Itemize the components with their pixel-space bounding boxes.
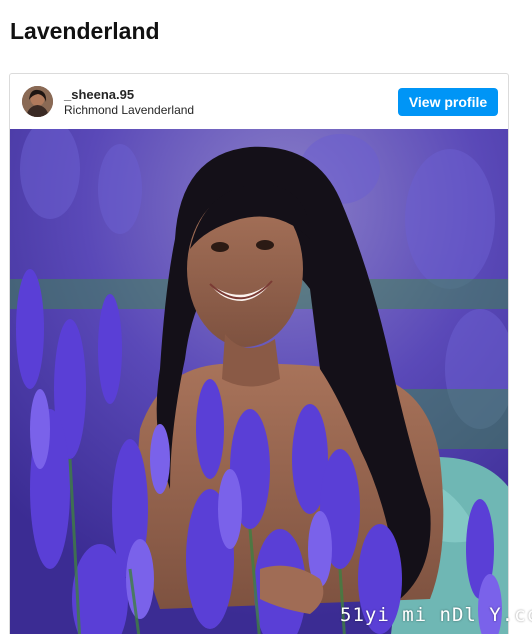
view-profile-button[interactable]: View profile [398,88,498,116]
avatar[interactable] [22,86,53,117]
location-link[interactable]: Richmond Lavenderland [64,103,194,118]
watermark: 51yi mi nDl Y.cc [340,604,532,626]
user-info: _sheena.95 Richmond Lavenderland [64,87,194,118]
page-title: Lavenderland [10,18,160,44]
lavender-portrait-photo [10,129,508,634]
instagram-embed-card: _sheena.95 Richmond Lavenderland View pr… [9,73,509,634]
avatar-image [22,86,53,117]
post-photo[interactable] [10,129,508,634]
username-link[interactable]: _sheena.95 [64,87,194,103]
post-header: _sheena.95 Richmond Lavenderland View pr… [10,74,508,129]
